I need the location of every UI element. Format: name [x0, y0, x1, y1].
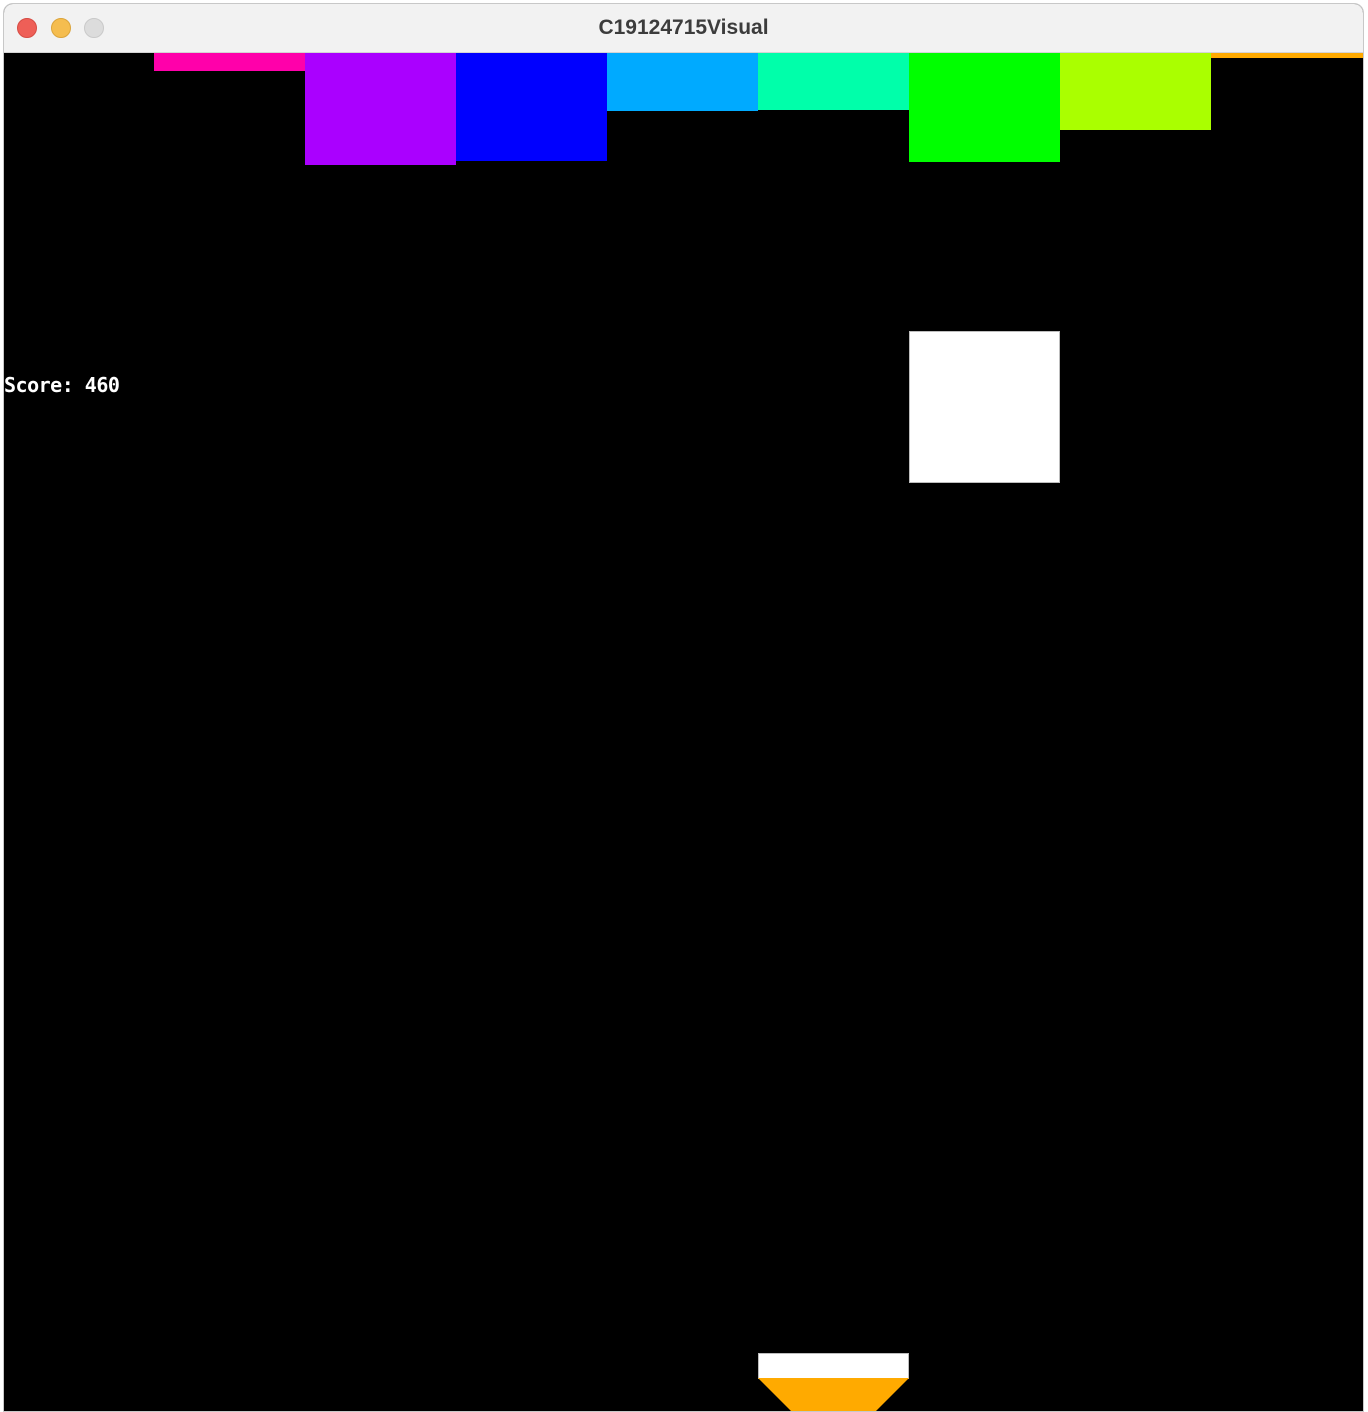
brick-sky-blue	[607, 53, 758, 111]
paddle[interactable]	[758, 1353, 909, 1379]
brick-green	[909, 53, 1060, 162]
score-label: Score: 460	[4, 373, 120, 397]
brick-lime	[1060, 53, 1211, 130]
brick-blue	[456, 53, 607, 161]
window-title: C19124715Visual	[598, 16, 769, 39]
game-canvas[interactable]: Score: 460	[4, 53, 1363, 1411]
brick-aqua	[758, 53, 909, 110]
ball	[909, 331, 1060, 483]
paddle-base	[758, 1378, 909, 1411]
title-bar[interactable]: C19124715Visual	[4, 4, 1363, 53]
app-window: C19124715Visual Score: 460	[3, 3, 1364, 1412]
brick-pink	[154, 53, 305, 71]
brick-orange	[1211, 53, 1363, 58]
brick-purple	[305, 53, 456, 165]
